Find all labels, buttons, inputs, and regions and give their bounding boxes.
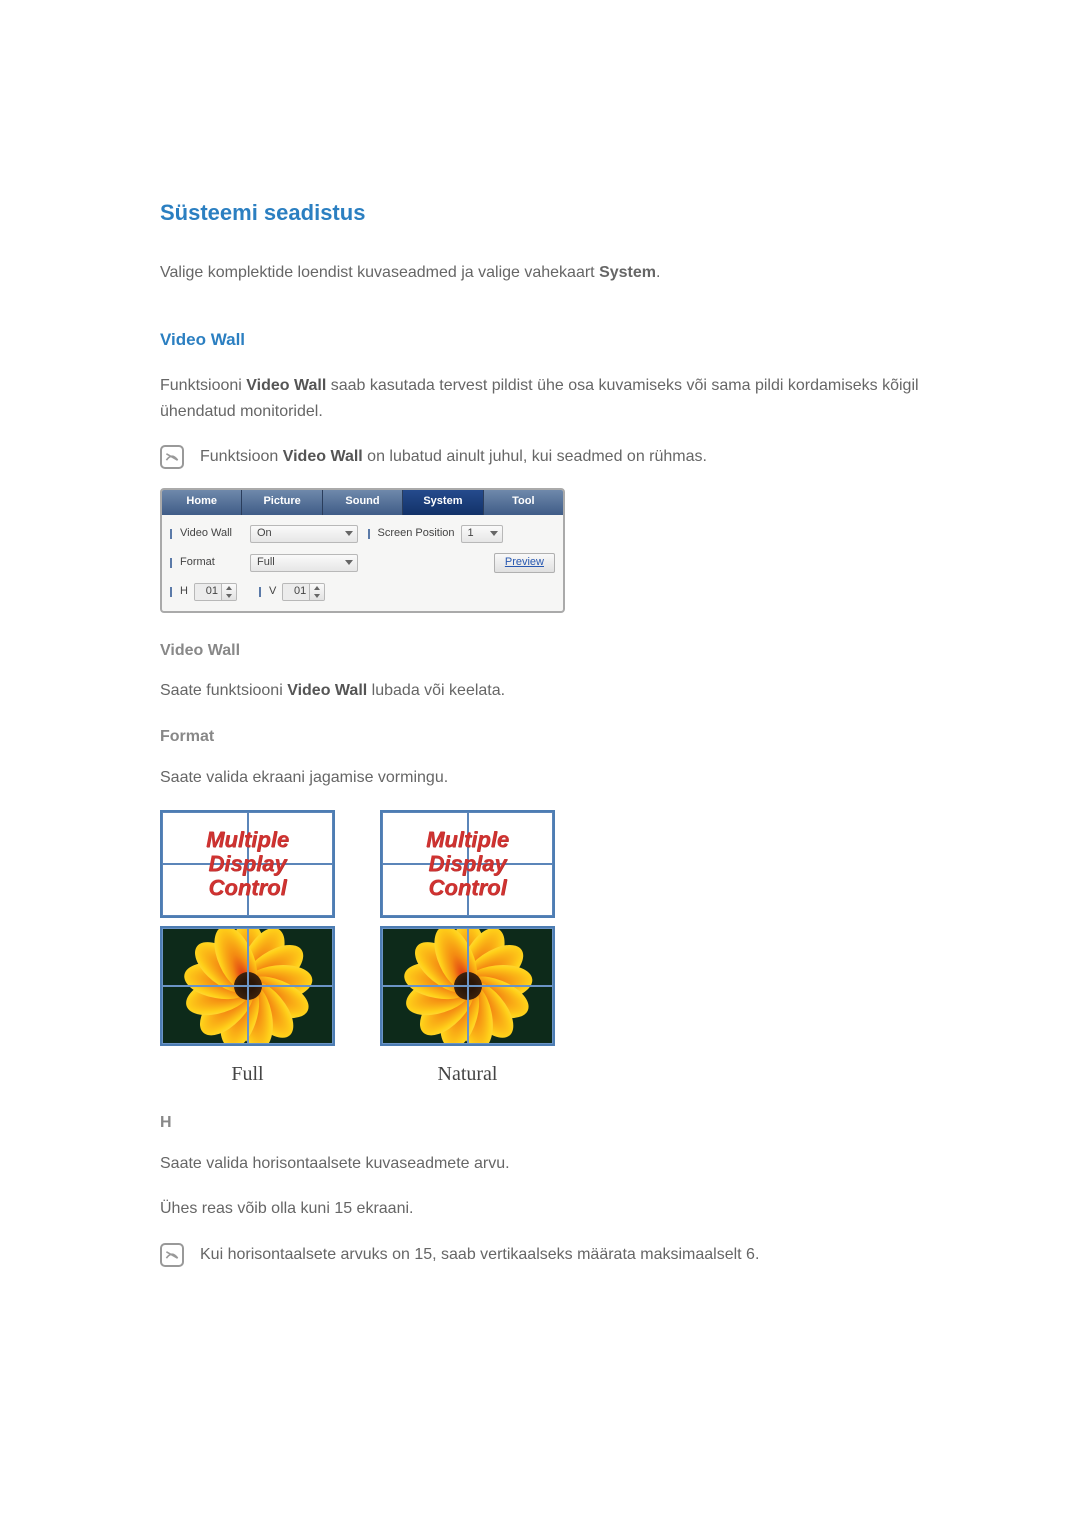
page-title: Süsteemi seadistus (160, 195, 935, 230)
note-icon (160, 445, 184, 469)
select-format-value: Full (257, 554, 275, 572)
figure-full-column: Multiple Display Control (160, 810, 335, 1090)
label-format: Format (180, 554, 244, 572)
spinner-down-icon[interactable] (222, 592, 236, 600)
preview-button[interactable]: Preview (494, 553, 555, 573)
spinner-down-icon[interactable] (310, 592, 324, 600)
spinner-up-icon[interactable] (310, 584, 324, 592)
spinner-h-buttons[interactable] (221, 584, 236, 600)
section-heading-video-wall: Video Wall (160, 326, 935, 353)
chevron-down-icon (345, 560, 353, 565)
fig-text-line1: Multiple (426, 828, 509, 852)
format-figures: Multiple Display Control (160, 810, 935, 1090)
tab-tool[interactable]: Tool (484, 490, 563, 515)
spinner-v-value: 01 (283, 583, 309, 601)
fig-text-line3: Control (428, 876, 506, 900)
screen-position-row: Screen Position 1 (368, 525, 556, 543)
h-text-1: Saate valida horisontaalsete kuvaseadmet… (160, 1151, 935, 1177)
figure-full-label: Full (231, 1058, 263, 1090)
format-setting-row: Format Full (170, 553, 358, 573)
sub-vw-suffix: lubada või keelata. (367, 682, 505, 699)
vw-desc-prefix: Funktsiooni (160, 377, 246, 394)
subheading-video-wall: Video Wall (160, 638, 935, 664)
sub-vw-prefix: Saate funktsiooni (160, 682, 287, 699)
figure-full-top: Multiple Display Control (160, 810, 335, 918)
tab-bar: Home Picture Sound System Tool (162, 490, 563, 515)
subheading-h: H (160, 1110, 935, 1136)
label-h: H (180, 583, 188, 601)
sub-vw-bold: Video Wall (287, 682, 367, 699)
system-panel: Home Picture Sound System Tool Video Wal… (160, 488, 565, 613)
chevron-down-icon (345, 531, 353, 536)
tab-system[interactable]: System (403, 490, 483, 515)
spinner-up-icon[interactable] (222, 584, 236, 592)
hv-row: H 01 V 01 (170, 583, 555, 601)
tab-picture[interactable]: Picture (242, 490, 322, 515)
figure-natural-top: Multiple Display Control (380, 810, 555, 918)
spinner-v-buttons[interactable] (309, 584, 324, 600)
note-text-1: Funktsioon Video Wall on lubatud ainult … (200, 444, 707, 470)
spinner-h[interactable]: 01 (194, 583, 237, 601)
videowall-enable-text: Saate funktsiooni Video Wall lubada või … (160, 678, 935, 704)
label-video-wall: Video Wall (180, 525, 244, 543)
format-text: Saate valida ekraani jagamise vormingu. (160, 765, 935, 791)
figure-full-text: Multiple Display Control (162, 812, 333, 916)
intro-text: Valige komplektide loendist kuvaseadmed … (160, 260, 935, 286)
intro-bold: System (599, 264, 656, 281)
bar-icon (170, 587, 172, 597)
fig-text-line1: Multiple (206, 828, 289, 852)
select-video-wall-value: On (257, 525, 272, 543)
bar-icon (170, 558, 172, 568)
intro-prefix: Valige komplektide loendist kuvaseadmed … (160, 264, 599, 281)
figure-natural-bottom (380, 926, 555, 1046)
intro-suffix: . (656, 264, 660, 281)
fig-text-line2: Display (428, 852, 506, 876)
bar-icon (259, 587, 261, 597)
note1-prefix: Funktsioon (200, 448, 283, 465)
vw-desc-bold: Video Wall (246, 377, 326, 394)
spinner-v[interactable]: 01 (282, 583, 325, 601)
note-row-2: Kui horisontaalsete arvuks on 15, saab v… (160, 1242, 935, 1268)
figure-natural-column: Multiple Display Control (380, 810, 555, 1090)
note1-bold: Video Wall (283, 448, 363, 465)
figure-natural-label: Natural (438, 1058, 498, 1090)
label-v: V (269, 583, 276, 601)
video-wall-setting-row: Video Wall On (170, 525, 358, 543)
note-icon (160, 1243, 184, 1267)
fig-text-line2: Display (208, 852, 286, 876)
subheading-format: Format (160, 724, 935, 750)
label-screen-position: Screen Position (378, 525, 455, 543)
bar-icon (170, 529, 172, 539)
tab-home[interactable]: Home (162, 490, 242, 515)
tab-sound[interactable]: Sound (323, 490, 403, 515)
preview-row: Preview (368, 553, 556, 573)
select-video-wall[interactable]: On (250, 525, 358, 543)
note-row-1: Funktsioon Video Wall on lubatud ainult … (160, 444, 935, 470)
note-text-2: Kui horisontaalsete arvuks on 15, saab v… (200, 1242, 759, 1268)
fig-text-line3: Control (208, 876, 286, 900)
chevron-down-icon (490, 531, 498, 536)
figure-natural-text: Multiple Display Control (382, 812, 553, 916)
bar-icon (368, 529, 370, 539)
select-format[interactable]: Full (250, 554, 358, 572)
select-screen-position[interactable]: 1 (461, 525, 503, 543)
h-text-2: Ühes reas võib olla kuni 15 ekraani. (160, 1196, 935, 1222)
spinner-h-value: 01 (195, 583, 221, 601)
video-wall-description: Funktsiooni Video Wall saab kasutada ter… (160, 373, 935, 424)
figure-full-bottom (160, 926, 335, 1046)
note1-suffix: on lubatud ainult juhul, kui seadmed on … (363, 448, 707, 465)
select-screen-position-value: 1 (468, 525, 474, 543)
